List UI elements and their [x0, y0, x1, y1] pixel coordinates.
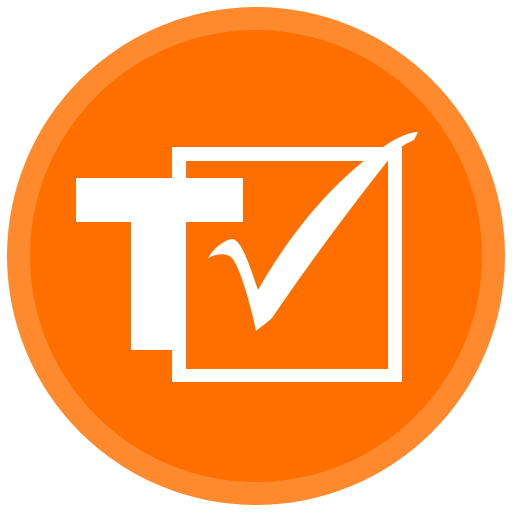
- inner-disc: [30, 30, 482, 482]
- app-icon: [0, 0, 512, 512]
- tv-checkmark-logo-icon: [7, 7, 505, 505]
